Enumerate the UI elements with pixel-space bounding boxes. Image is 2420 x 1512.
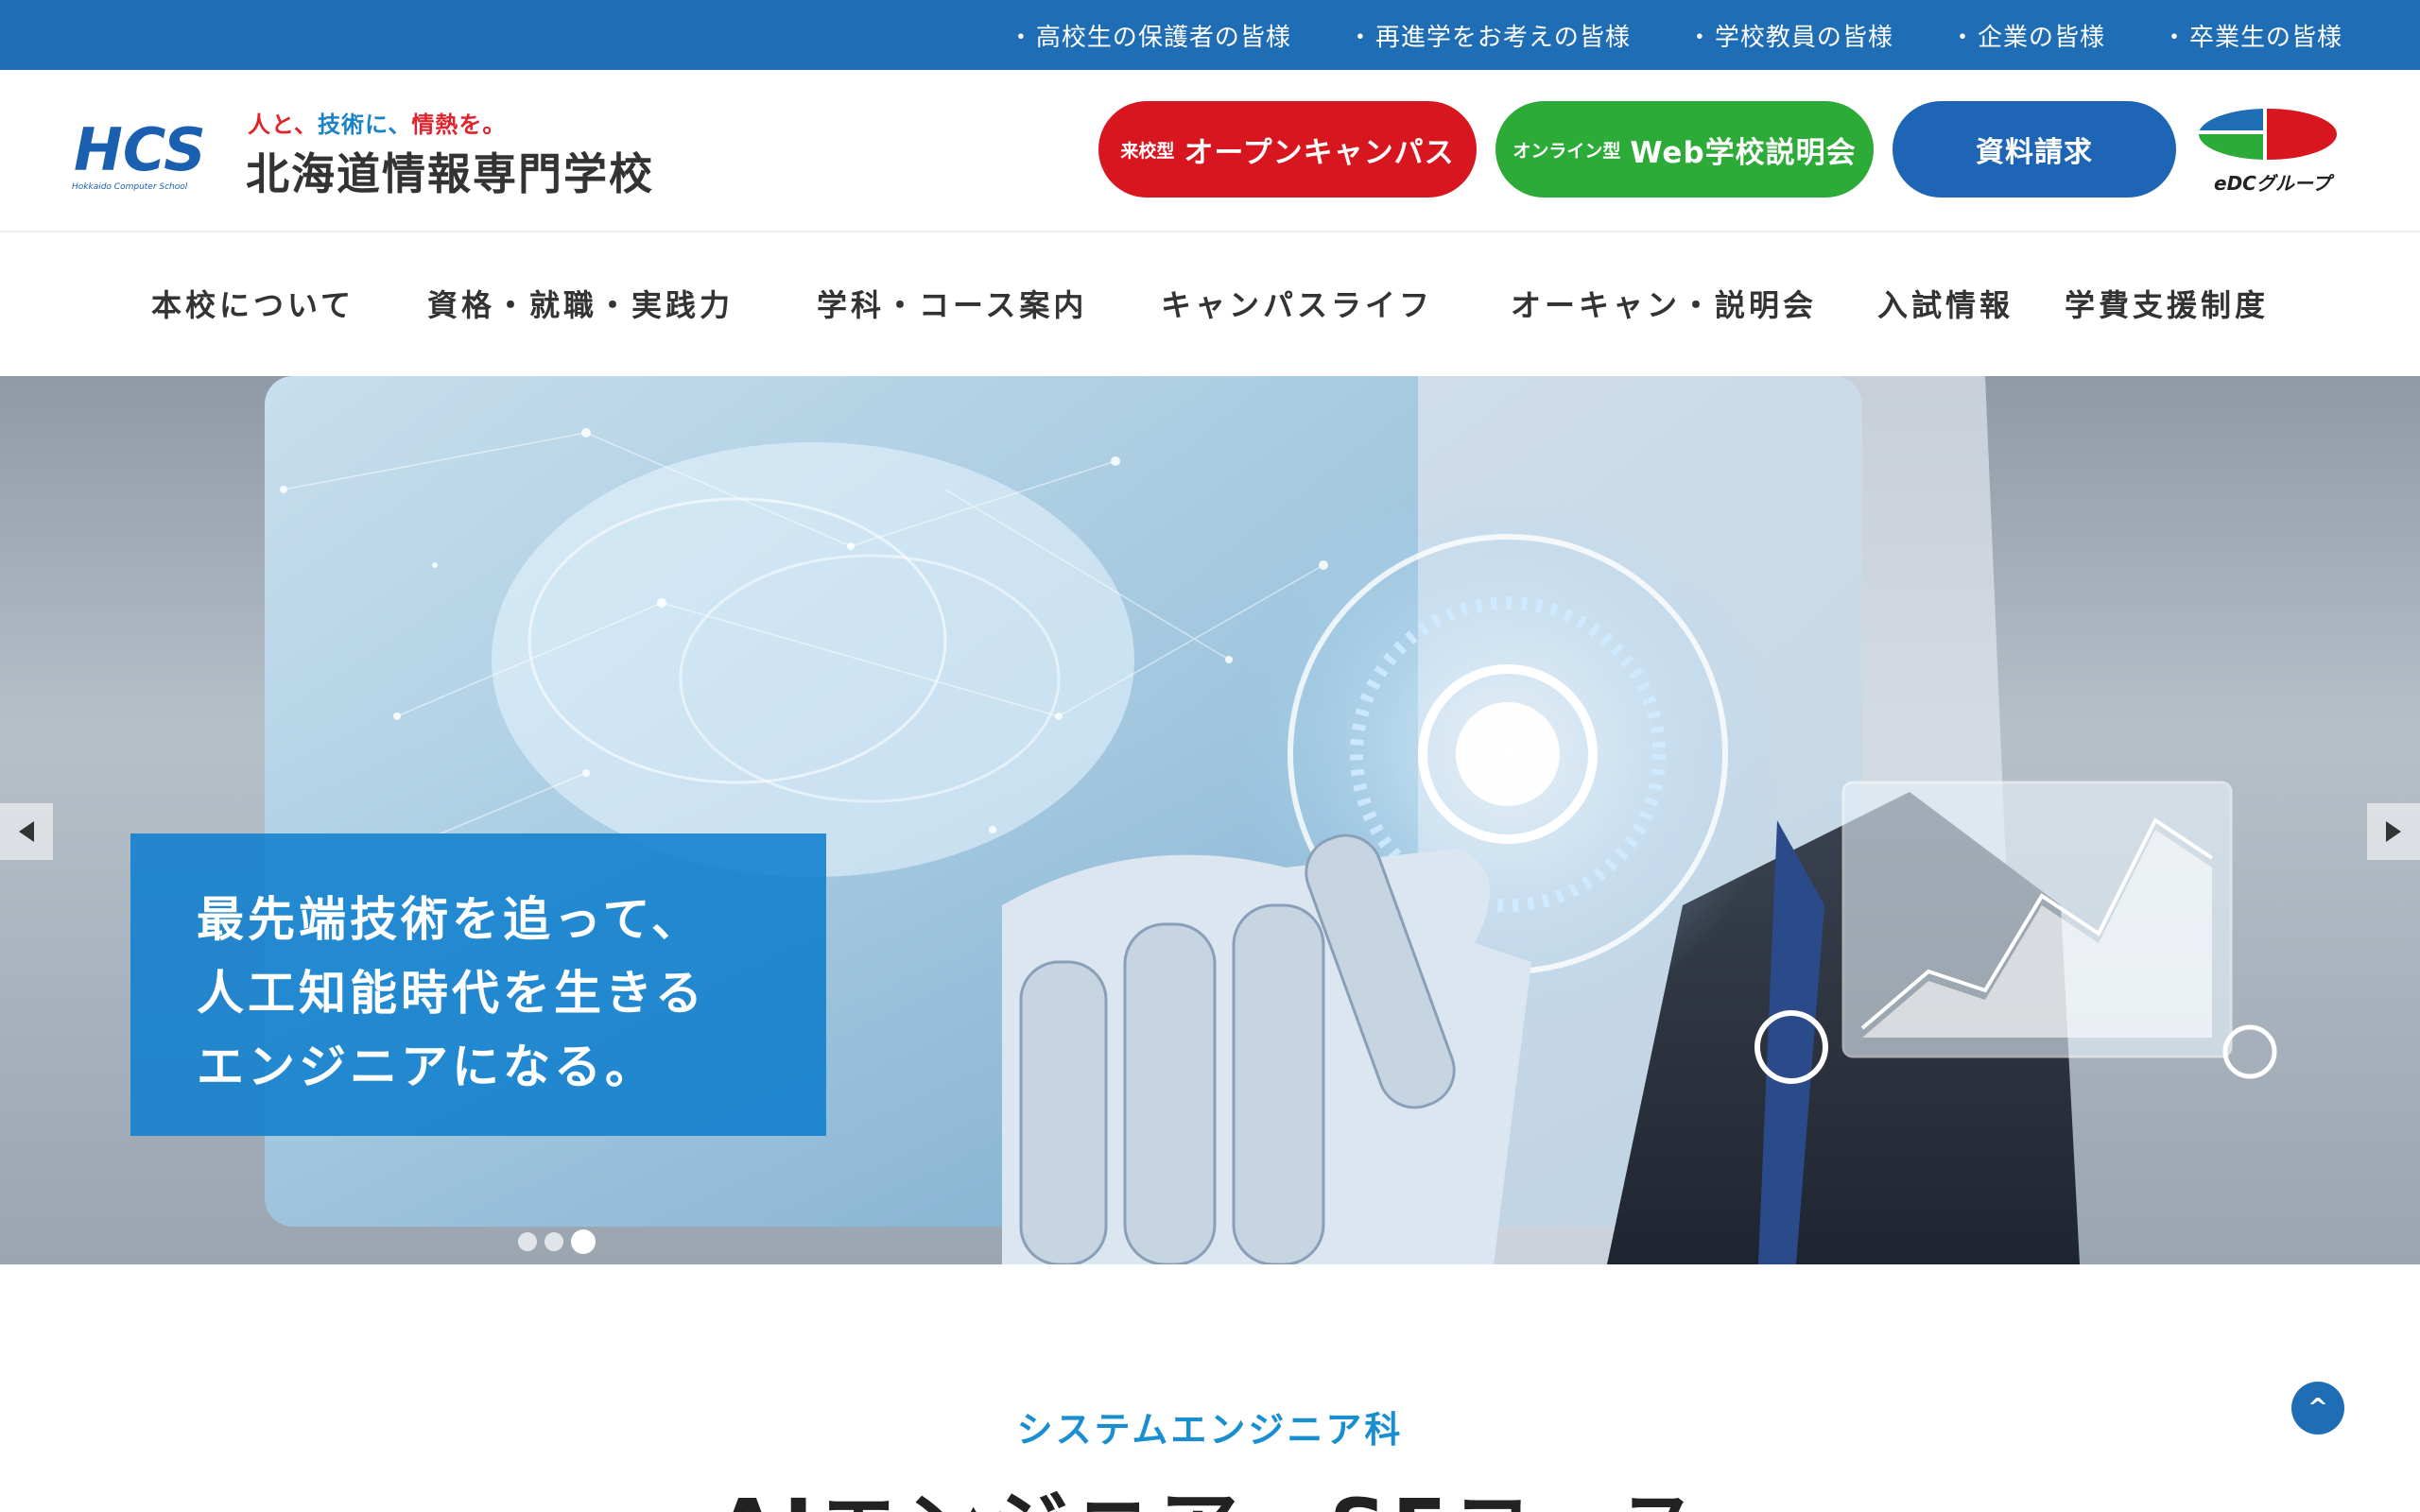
slider-pagination — [518, 1229, 596, 1254]
school-name: 北海道情報専門学校 — [246, 148, 654, 199]
main-navigation: 本校について 資格・就職・実践力 学科・コース案内 キャンパスライフ オーキャン… — [0, 232, 2420, 376]
request-documents-button[interactable]: 資料請求 — [1893, 101, 2176, 198]
open-campus-type: 来校型 — [1120, 140, 1175, 162]
slider-prev-button[interactable] — [0, 803, 53, 860]
site-header: HCS Hokkaido Computer School 人と、技術に、情熱を。… — [0, 70, 2420, 232]
request-documents-label: 資料請求 — [1976, 136, 2093, 169]
audience-link-parents[interactable]: 高校生の保護者の皆様 — [1009, 18, 1291, 53]
web-session-type: オンライン型 — [1512, 140, 1621, 162]
web-session-button[interactable]: オンライン型 Web学校説明会 — [1495, 101, 1874, 198]
audience-link-alumni[interactable]: 卒業生の皆様 — [2162, 18, 2342, 53]
audience-link-teachers[interactable]: 学校教員の皆様 — [1687, 18, 1893, 53]
hcs-logo-mark: HCS Hokkaido Computer School — [72, 115, 206, 192]
hero-slider: 最先端技術を追って、 人工知能時代を生きる エンジニアになる。 — [0, 376, 2420, 1264]
web-session-label: Web学校説明会 — [1630, 135, 1857, 170]
top-utility-bar: 高校生の保護者の皆様 再進学をお考えの皆様 学校教員の皆様 企業の皆様 卒業生の… — [0, 0, 2420, 70]
edc-group-logo[interactable]: eDCグループ — [2195, 106, 2341, 200]
audience-link-companies[interactable]: 企業の皆様 — [1950, 18, 2105, 53]
chevron-right-icon — [2386, 821, 2401, 842]
logo-tagline: 人と、技術に、情熱を。 — [248, 112, 507, 138]
nav-item-campus-life[interactable]: キャンパスライフ — [1161, 282, 1433, 325]
course-title: AIエンジニア・SEコース — [0, 1465, 2420, 1512]
back-to-top-button[interactable]: ^ — [2291, 1382, 2344, 1435]
edc-group-label: eDCグループ — [2214, 172, 2331, 195]
open-campus-button[interactable]: 来校型 オープンキャンパス — [1098, 101, 1477, 198]
slider-dot[interactable] — [518, 1232, 537, 1251]
audience-links: 高校生の保護者の皆様 再進学をお考えの皆様 学校教員の皆様 企業の皆様 卒業生の… — [952, 0, 2342, 70]
nav-item-open-campus[interactable]: オーキャン・説明会 — [1511, 282, 1817, 325]
open-campus-label: オープンキャンパス — [1184, 135, 1455, 170]
school-logo[interactable]: HCS Hokkaido Computer School 人と、技術に、情熱を。… — [70, 106, 684, 200]
audience-link-returning-students[interactable]: 再進学をお考えの皆様 — [1348, 18, 1631, 53]
slider-dot[interactable] — [544, 1232, 563, 1251]
hero-caption: 最先端技術を追って、 人工知能時代を生きる エンジニアになる。 — [130, 833, 826, 1136]
slider-next-button[interactable] — [2367, 803, 2420, 860]
nav-item-admissions[interactable]: 入試情報 — [1877, 282, 2014, 325]
edc-group-logo-icon — [2197, 107, 2339, 162]
logo-mark-text: HCS — [74, 115, 206, 184]
hero-caption-line: 最先端技術を追って、 — [197, 892, 702, 947]
nav-item-careers[interactable]: 資格・就職・実践力 — [427, 282, 734, 325]
logo-mark-subtext: Hokkaido Computer School — [72, 182, 188, 192]
nav-item-tuition-support[interactable]: 学費支援制度 — [2065, 282, 2269, 325]
chevron-left-icon — [19, 821, 34, 842]
hero-caption-line: エンジニアになる。 — [197, 1040, 656, 1094]
nav-item-courses[interactable]: 学科・コース案内 — [817, 282, 1087, 325]
course-section: システムエンジニア科 AIエンジニア・SEコース — [0, 1264, 2420, 1512]
nav-item-about[interactable]: 本校について — [151, 282, 354, 325]
department-subtitle: システムエンジニア科 — [1016, 1409, 1404, 1451]
hero-caption-line: 人工知能時代を生きる — [197, 966, 706, 1021]
slider-dot-active[interactable] — [571, 1229, 596, 1254]
